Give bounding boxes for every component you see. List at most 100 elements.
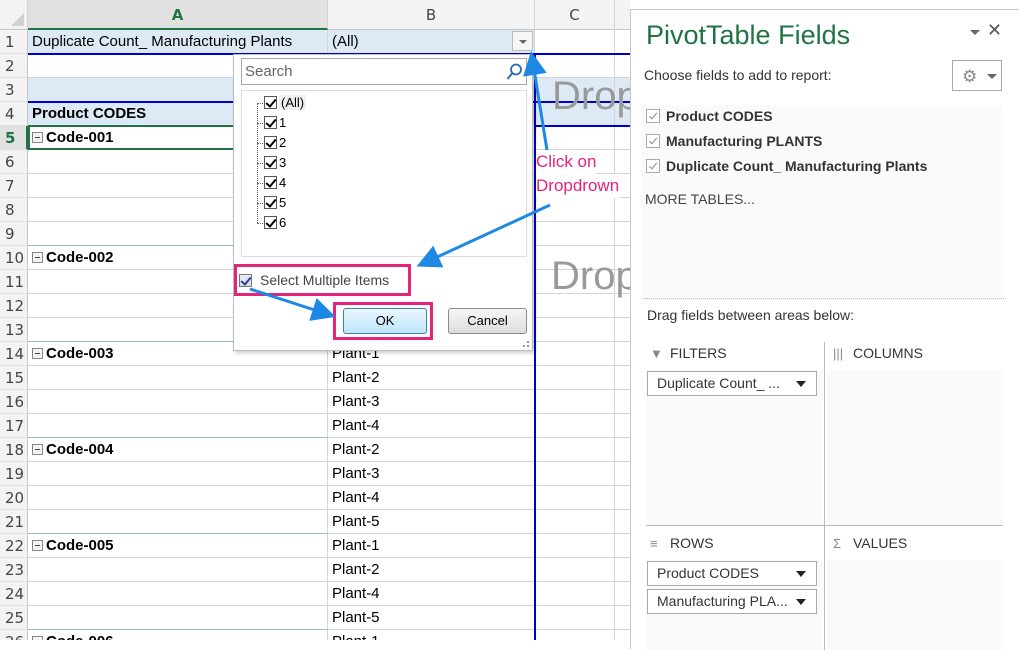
row-header[interactable]: 7: [0, 174, 28, 198]
cell[interactable]: [615, 30, 630, 54]
more-tables-link[interactable]: MORE TABLES...: [645, 191, 755, 207]
values-area[interactable]: [827, 560, 1003, 650]
checkbox-checked-icon[interactable]: [646, 134, 660, 148]
column-header-d[interactable]: [615, 0, 630, 30]
row-header[interactable]: 12: [0, 294, 28, 318]
field-manufacturing-plants[interactable]: Manufacturing PLANTS: [646, 133, 822, 149]
cell[interactable]: [615, 318, 630, 342]
collapse-icon[interactable]: [32, 252, 43, 263]
cell[interactable]: [615, 150, 630, 174]
plant-cell[interactable]: Plant-2: [328, 366, 535, 390]
row-header[interactable]: 17: [0, 414, 28, 438]
cell[interactable]: [615, 390, 630, 414]
row-header[interactable]: 25: [0, 606, 28, 630]
cell[interactable]: [28, 582, 328, 606]
row-header[interactable]: 26: [0, 630, 28, 640]
cell[interactable]: [28, 390, 328, 414]
cell[interactable]: [615, 366, 630, 390]
cell[interactable]: [535, 198, 615, 222]
collapse-icon[interactable]: [32, 540, 43, 551]
cell[interactable]: [535, 222, 615, 246]
resize-grip-icon[interactable]: [522, 340, 530, 348]
plant-cell[interactable]: Plant-5: [328, 510, 535, 534]
cell[interactable]: [535, 534, 615, 558]
row-header[interactable]: 10: [0, 246, 28, 270]
tools-button[interactable]: ⚙: [952, 60, 1002, 91]
filter-item[interactable]: 5: [264, 193, 286, 213]
row-header[interactable]: 22: [0, 534, 28, 558]
row-header[interactable]: 2: [0, 54, 28, 78]
cell[interactable]: [615, 630, 630, 640]
plant-cell[interactable]: Plant-4: [328, 582, 535, 606]
filter-item[interactable]: 1: [264, 113, 286, 133]
pane-options-chevron-icon[interactable]: [970, 30, 980, 35]
plant-cell[interactable]: Plant-5: [328, 606, 535, 630]
chevron-down-icon[interactable]: [796, 381, 806, 387]
field-product-codes[interactable]: Product CODES: [646, 108, 773, 124]
filter-item[interactable]: 6: [264, 213, 286, 233]
row-label-cell[interactable]: Code-005: [28, 534, 328, 558]
cell[interactable]: [535, 414, 615, 438]
row-header[interactable]: 6: [0, 150, 28, 174]
checkbox-checked-icon[interactable]: [264, 116, 277, 129]
close-icon[interactable]: ✕: [987, 20, 1002, 41]
cell[interactable]: [615, 486, 630, 510]
cell[interactable]: [615, 222, 630, 246]
checkbox-checked-icon[interactable]: [646, 109, 660, 123]
row-header[interactable]: 11: [0, 270, 28, 294]
filter-value-list[interactable]: (All) 1 2 3 4 5 6: [241, 90, 527, 257]
filter-field-label[interactable]: Duplicate Count_ Manufacturing Plants: [28, 30, 328, 54]
cell[interactable]: [535, 558, 615, 582]
cell[interactable]: [615, 510, 630, 534]
chevron-down-icon[interactable]: [796, 599, 806, 605]
column-header-b[interactable]: B: [328, 0, 535, 30]
filter-item[interactable]: (All): [264, 93, 307, 113]
checkbox-checked-icon[interactable]: [264, 196, 277, 209]
cell[interactable]: [535, 486, 615, 510]
row-header[interactable]: 5: [0, 126, 28, 150]
filter-field-value[interactable]: (All): [328, 30, 535, 54]
row-header[interactable]: 19: [0, 462, 28, 486]
row-header[interactable]: 24: [0, 582, 28, 606]
plant-cell[interactable]: Plant-1: [328, 534, 535, 558]
filter-item[interactable]: 2: [264, 133, 286, 153]
row-header[interactable]: 1: [0, 30, 28, 54]
row-header[interactable]: 8: [0, 198, 28, 222]
plant-cell[interactable]: Plant-4: [328, 414, 535, 438]
cell[interactable]: [28, 414, 328, 438]
plant-cell[interactable]: Plant-2: [328, 438, 535, 462]
cell[interactable]: [615, 198, 630, 222]
cell[interactable]: [535, 606, 615, 630]
cancel-button[interactable]: Cancel: [448, 308, 527, 334]
cell[interactable]: [615, 126, 630, 150]
cell[interactable]: [535, 342, 615, 366]
cell[interactable]: [535, 462, 615, 486]
plant-cell[interactable]: Plant-4: [328, 486, 535, 510]
cell[interactable]: [28, 366, 328, 390]
cell[interactable]: [535, 582, 615, 606]
checkbox-checked-icon[interactable]: [264, 176, 277, 189]
cell[interactable]: [615, 414, 630, 438]
plant-cell[interactable]: Plant-3: [328, 462, 535, 486]
row-label-cell[interactable]: Code-004: [28, 438, 328, 462]
row-header[interactable]: 20: [0, 486, 28, 510]
row-header[interactable]: 3: [0, 78, 28, 102]
row-header[interactable]: 4: [0, 102, 28, 126]
filter-dropdown-button[interactable]: [512, 31, 533, 51]
cell[interactable]: [535, 510, 615, 534]
chevron-down-icon[interactable]: [796, 571, 806, 577]
checkbox-checked-icon[interactable]: [264, 156, 277, 169]
select-all-corner[interactable]: [0, 0, 28, 30]
row-header[interactable]: 23: [0, 558, 28, 582]
row-header[interactable]: 9: [0, 222, 28, 246]
checkbox-checked-icon[interactable]: [646, 159, 660, 173]
checkbox-checked-icon[interactable]: [264, 96, 277, 109]
cell[interactable]: [615, 438, 630, 462]
cell[interactable]: [615, 606, 630, 630]
checkbox-checked-icon[interactable]: [264, 136, 277, 149]
plant-cell[interactable]: Plant-2: [328, 558, 535, 582]
cell[interactable]: [28, 606, 328, 630]
row-header[interactable]: 15: [0, 366, 28, 390]
collapse-icon[interactable]: [32, 444, 43, 455]
cell[interactable]: [615, 558, 630, 582]
